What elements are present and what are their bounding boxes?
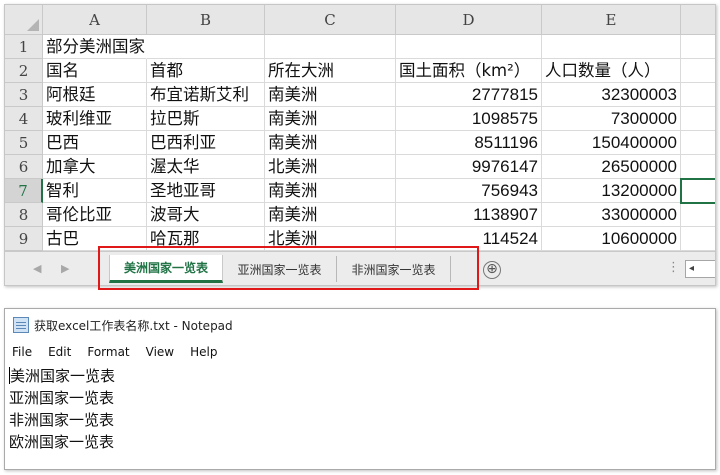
select-all-corner[interactable]: [5, 5, 43, 35]
cell-d8[interactable]: 1138907: [396, 203, 542, 227]
row-header-2[interactable]: 2: [5, 59, 43, 83]
cell-b4[interactable]: 拉巴斯: [147, 107, 265, 131]
cell-e5[interactable]: 150400000: [542, 131, 681, 155]
cell-e8[interactable]: 33000000: [542, 203, 681, 227]
row-header-3[interactable]: 3: [5, 83, 43, 107]
column-header-e[interactable]: E: [542, 5, 681, 35]
cell-c5[interactable]: 南美洲: [265, 131, 396, 155]
active-cell-selection: [680, 178, 715, 204]
notepad-icon: [13, 317, 29, 333]
cell-c1[interactable]: [265, 35, 396, 59]
menu-help[interactable]: Help: [189, 341, 218, 363]
cell-a3[interactable]: 阿根廷: [43, 83, 147, 107]
cell-b5[interactable]: 巴西利亚: [147, 131, 265, 155]
cell-d3[interactable]: 2777815: [396, 83, 542, 107]
cell-c6[interactable]: 北美洲: [265, 155, 396, 179]
cell-a7[interactable]: 智利: [43, 179, 147, 203]
cell-e2-header[interactable]: 人口数量（人）: [542, 59, 681, 83]
menu-format[interactable]: Format: [86, 341, 130, 363]
text-line-1: 美洲国家一览表: [9, 365, 715, 387]
scroll-left-arrow-icon[interactable]: ◂: [689, 263, 694, 274]
cell-d7[interactable]: 756943: [396, 179, 542, 203]
cell-a2-header[interactable]: 国名: [43, 59, 147, 83]
cell-b8[interactable]: 波哥大: [147, 203, 265, 227]
cell-f2[interactable]: [681, 59, 715, 83]
text-line-3: 非洲国家一览表: [9, 411, 115, 429]
cell-a8[interactable]: 哥伦比亚: [43, 203, 147, 227]
cell-f5[interactable]: [681, 131, 715, 155]
row-header-8[interactable]: 8: [5, 203, 43, 227]
cell-a1-title[interactable]: 部分美洲国家: [43, 35, 147, 59]
column-header-d[interactable]: D: [396, 5, 542, 35]
cell-d1[interactable]: [396, 35, 542, 59]
cell-c3[interactable]: 南美洲: [265, 83, 396, 107]
cell-c2-header[interactable]: 所在大洲: [265, 59, 396, 83]
cell-a5[interactable]: 巴西: [43, 131, 147, 155]
cell-e4[interactable]: 7300000: [542, 107, 681, 131]
notepad-menu-bar: File Edit Format View Help: [5, 341, 232, 363]
notepad-window: 获取excel工作表名称.txt - Notepad File Edit For…: [4, 308, 716, 470]
row-header-6[interactable]: 6: [5, 155, 43, 179]
cell-c7[interactable]: 南美洲: [265, 179, 396, 203]
cell-b2-header[interactable]: 首都: [147, 59, 265, 83]
cell-b7[interactable]: 圣地亚哥: [147, 179, 265, 203]
notepad-text-area[interactable]: 美洲国家一览表 亚洲国家一览表 非洲国家一览表 欧洲国家一览表: [5, 365, 715, 469]
row-header-9[interactable]: 9: [5, 227, 43, 251]
cell-e1[interactable]: [542, 35, 681, 59]
column-header-c[interactable]: C: [265, 5, 396, 35]
cell-b3[interactable]: 布宜诺斯艾利: [147, 83, 265, 107]
cell-f3[interactable]: [681, 83, 715, 107]
cell-d4[interactable]: 1098575: [396, 107, 542, 131]
cell-a6[interactable]: 加拿大: [43, 155, 147, 179]
cell-f4[interactable]: [681, 107, 715, 131]
notepad-title: 获取excel工作表名称.txt - Notepad: [34, 318, 233, 333]
cell-e6[interactable]: 26500000: [542, 155, 681, 179]
row-header-4[interactable]: 4: [5, 107, 43, 131]
cell-a4[interactable]: 玻利维亚: [43, 107, 147, 131]
add-sheet-plus-icon[interactable]: ⊕: [483, 261, 501, 279]
cell-d5[interactable]: 8511196: [396, 131, 542, 155]
row-header-7-selected[interactable]: 7: [5, 179, 43, 203]
select-all-triangle-icon: [27, 19, 39, 31]
text-line-1-content: 美洲国家一览表: [10, 367, 116, 385]
triangle-left-icon[interactable]: ◀: [33, 262, 41, 275]
triangle-right-icon[interactable]: ▶: [61, 262, 69, 275]
excel-window: A B C D E 1 2 3 4 5 6 7 8 9 部分美洲国家 国名 首都…: [4, 4, 716, 286]
cell-e7[interactable]: 13200000: [542, 179, 681, 203]
cell-f9[interactable]: [681, 227, 715, 251]
more-options-icon[interactable]: ⋮: [667, 260, 680, 275]
sheet-tabs-highlight-box: [98, 246, 479, 290]
text-line-4: 欧洲国家一览表: [9, 433, 115, 451]
column-header-b[interactable]: B: [147, 5, 265, 35]
cell-f6[interactable]: [681, 155, 715, 179]
text-line-2: 亚洲国家一览表: [9, 389, 115, 407]
column-header-f[interactable]: [681, 5, 715, 35]
cell-d2-header[interactable]: 国土面积（km²）: [396, 59, 542, 83]
menu-view[interactable]: View: [145, 341, 175, 363]
cell-f1[interactable]: [681, 35, 715, 59]
menu-edit[interactable]: Edit: [47, 341, 72, 363]
menu-file[interactable]: File: [11, 341, 33, 363]
column-header-a[interactable]: A: [43, 5, 147, 35]
row-header-5[interactable]: 5: [5, 131, 43, 155]
notepad-titlebar: 获取excel工作表名称.txt - Notepad: [5, 309, 715, 341]
cell-b6[interactable]: 渥太华: [147, 155, 265, 179]
cell-c4[interactable]: 南美洲: [265, 107, 396, 131]
horizontal-scrollbar[interactable]: ◂: [685, 260, 715, 278]
cell-b1[interactable]: [147, 35, 265, 59]
cell-e9[interactable]: 10600000: [542, 227, 681, 251]
cell-e3[interactable]: 32300003: [542, 83, 681, 107]
cell-d6[interactable]: 9976147: [396, 155, 542, 179]
row-header-1[interactable]: 1: [5, 35, 43, 59]
cell-f8[interactable]: [681, 203, 715, 227]
cell-c8[interactable]: 南美洲: [265, 203, 396, 227]
